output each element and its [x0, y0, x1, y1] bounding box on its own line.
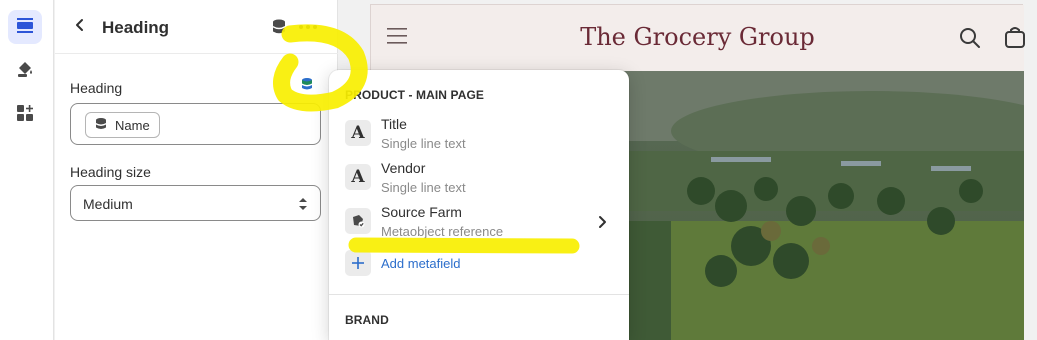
database-icon	[299, 76, 315, 97]
item-subtitle: Single line text	[381, 180, 466, 195]
text-icon: A	[345, 164, 371, 190]
heading-size-select[interactable]: Medium	[70, 185, 321, 221]
database-icon[interactable]	[269, 17, 289, 37]
sections-icon	[15, 15, 35, 40]
heading-label: Heading	[70, 80, 123, 96]
plus-icon	[345, 250, 371, 276]
connect-dynamic-source-button[interactable]	[295, 74, 319, 98]
apps-add-icon	[15, 103, 35, 128]
menu-item-source-farm[interactable]: Source Farm Metaobject reference	[329, 204, 629, 246]
pill-label: Name	[115, 117, 150, 133]
heading-field[interactable]: Name	[70, 103, 321, 145]
sections-button[interactable]	[8, 10, 42, 44]
add-metafield-label: Add metafield	[381, 256, 461, 271]
select-caret-icon	[298, 196, 308, 212]
store-title[interactable]: The Grocery Group	[371, 23, 1024, 51]
paint-bucket-icon	[15, 59, 35, 84]
apps-button[interactable]	[8, 98, 42, 132]
chevron-left-icon	[74, 18, 86, 37]
settings-panel: Heading Heading Name Heading size Medium	[55, 0, 338, 340]
add-metafield-button[interactable]: Add metafield	[329, 250, 629, 280]
heading-size-value: Medium	[83, 196, 133, 212]
dynamic-source-pill[interactable]: Name	[85, 112, 160, 138]
item-subtitle: Metaobject reference	[381, 224, 504, 239]
theme-settings-button[interactable]	[8, 54, 42, 88]
database-icon	[94, 117, 108, 134]
menu-item-vendor[interactable]: A Vendor Single line text	[329, 160, 629, 202]
heading-size-label: Heading size	[70, 164, 151, 180]
item-title: Source Farm	[381, 204, 462, 220]
panel-header: Heading	[55, 0, 338, 54]
more-icon[interactable]	[297, 17, 319, 37]
panel-title: Heading	[102, 18, 170, 37]
menu-item-title[interactable]: A Title Single line text	[329, 116, 629, 158]
item-title: Title	[381, 116, 407, 132]
store-header: The Grocery Group	[371, 5, 1027, 71]
back-button[interactable]	[67, 14, 93, 40]
left-rail	[0, 0, 54, 340]
section-heading-brand: BRAND	[345, 313, 389, 327]
metaobject-icon	[345, 208, 371, 234]
section-heading-product: PRODUCT - MAIN PAGE	[345, 88, 485, 102]
text-icon: A	[345, 120, 371, 146]
theme-editor: Heading Heading Name Heading size Medium…	[0, 0, 1037, 340]
search-icon[interactable]	[959, 27, 981, 49]
dynamic-source-menu: PRODUCT - MAIN PAGE A Title Single line …	[329, 70, 629, 340]
chevron-right-icon	[595, 214, 609, 230]
divider	[329, 294, 629, 295]
cart-icon[interactable]	[1003, 25, 1027, 49]
item-subtitle: Single line text	[381, 136, 466, 151]
item-title: Vendor	[381, 160, 426, 176]
